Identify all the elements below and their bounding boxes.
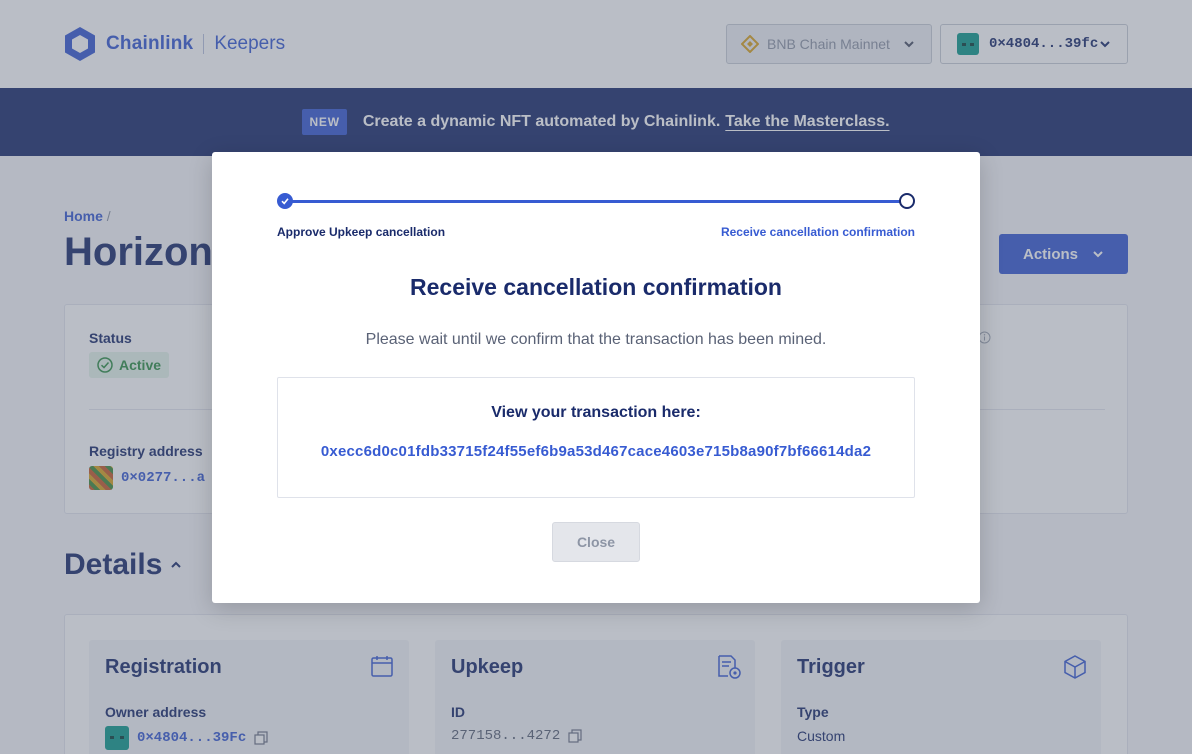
modal-title: Receive cancellation confirmation <box>410 274 782 300</box>
transaction-label: View your transaction here: <box>491 404 701 421</box>
transaction-hash-link[interactable]: 0xecc6d0c01fdb33715f24f55ef6b9a53d467cac… <box>278 443 914 460</box>
progress-track <box>285 200 907 203</box>
cancellation-modal: Approve Upkeep cancellation Receive canc… <box>212 152 980 603</box>
close-button[interactable]: Close <box>552 522 640 562</box>
step-approve-label: Approve Upkeep cancellation <box>277 225 446 239</box>
modal-description: Please wait until we confirm that the tr… <box>365 331 827 348</box>
step-confirm-label: Receive cancellation confirmation <box>720 225 915 239</box>
step-pending-indicator <box>899 193 915 209</box>
step-complete-indicator <box>277 193 293 209</box>
transaction-box: View your transaction here: 0xecc6d0c01f… <box>277 377 915 498</box>
check-icon <box>281 198 289 205</box>
